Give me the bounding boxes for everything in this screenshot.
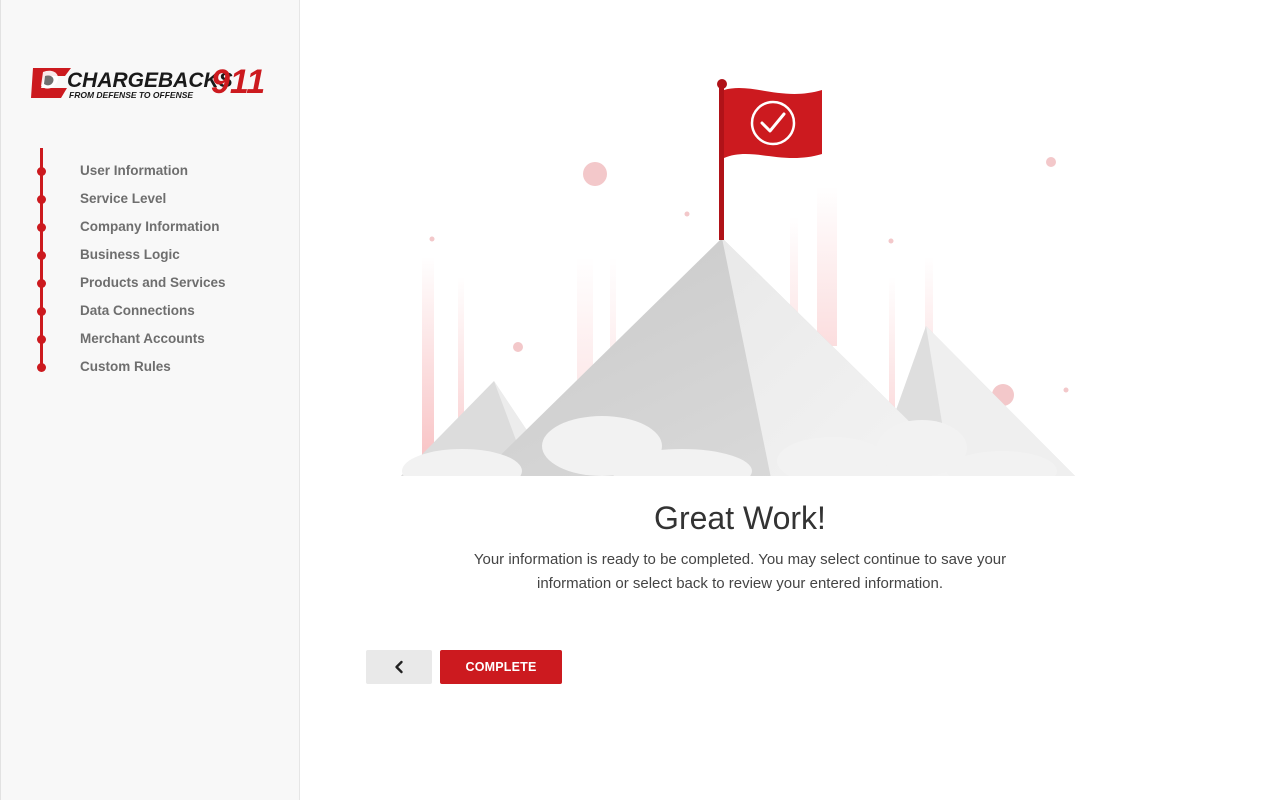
step-label: User Information [80,163,189,178]
complete-button[interactable]: COMPLETE [440,650,562,684]
completion-headline: Great Work! [654,500,826,536]
step-dot [37,223,46,232]
mountain-flag-illustration [392,79,1084,493]
step-dot [37,251,46,260]
step-dot [37,195,46,204]
step-label: Products and Services [80,275,226,290]
step-dot [37,307,46,316]
step-label: Company Information [80,219,220,234]
step-dot [37,363,46,372]
logo-wordmark: CHARGEBACKS [67,69,233,92]
back-button[interactable] [366,650,432,684]
progress-steps: User Information Service Level Company I… [1,148,301,378]
step-label: Merchant Accounts [80,331,205,346]
step-label: Data Connections [80,303,195,318]
sidebar: CHARGEBACKS 911 FROM DEFENSE TO OFFENSE … [0,0,300,800]
step-products-and-services[interactable]: Products and Services [1,273,301,295]
step-label: Business Logic [80,247,180,262]
summit-illustration [392,76,1084,493]
step-service-level[interactable]: Service Level [1,189,301,211]
main-content: Great Work! Your information is ready to… [300,0,1280,800]
brand-logo-graphic: CHARGEBACKS 911 FROM DEFENSE TO OFFENSE [31,63,265,101]
step-company-information[interactable]: Company Information [1,217,301,239]
step-data-connections[interactable]: Data Connections [1,301,301,323]
logo-tagline: FROM DEFENSE TO OFFENSE [69,90,193,100]
completion-message: Your information is ready to be complete… [473,551,1007,592]
step-dot [37,167,46,176]
step-label: Custom Rules [80,359,171,374]
step-label: Service Level [80,191,167,206]
step-merchant-accounts[interactable]: Merchant Accounts [1,329,301,351]
logo-number: 911 [211,63,265,101]
chevron-left-icon [395,660,403,674]
step-dot [37,335,46,344]
step-user-information[interactable]: User Information [1,161,301,183]
step-dot [37,279,46,288]
step-business-logic[interactable]: Business Logic [1,245,301,267]
brand-logo[interactable]: CHARGEBACKS 911 FROM DEFENSE TO OFFENSE [31,60,271,106]
step-custom-rules[interactable]: Custom Rules [1,357,301,379]
